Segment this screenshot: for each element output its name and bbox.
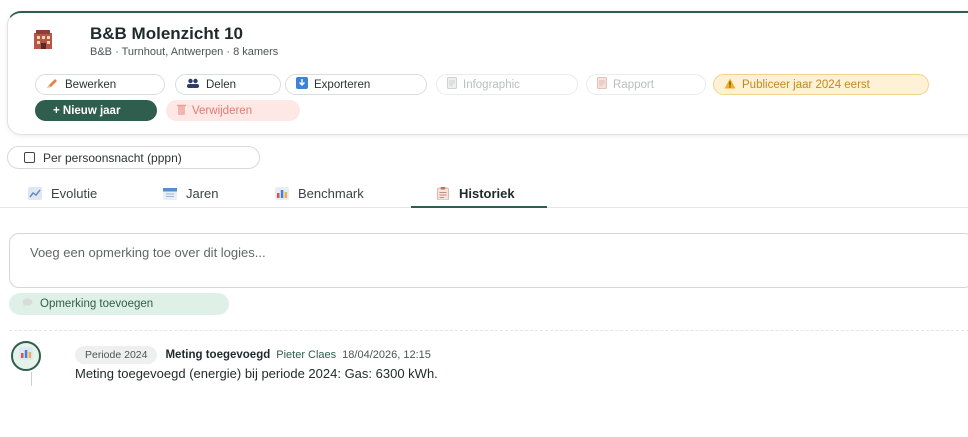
report-button[interactable]: Rapport [586,74,706,95]
export-label: Exporteren [314,78,371,91]
history-entry-meta: Periode 2024 Meting toegevoegd Pieter Cl… [75,346,431,364]
timeline-line [31,372,32,386]
divider [9,330,968,331]
tab-benchmark[interactable]: Benchmark [275,178,364,208]
tab-label: Evolutie [51,185,98,201]
pppn-label: Per persoonsnacht (pppn) [43,150,182,165]
history-entry-marker [11,341,41,371]
document-icon [447,77,457,92]
tab-label: Historiek [459,185,515,201]
add-comment-button[interactable]: Opmerking toevoegen [9,293,229,315]
new-year-button[interactable]: + Nieuw jaar [35,100,157,121]
bar-chart-icon [19,347,33,365]
history-entry-user: Pieter Claes [276,349,337,361]
trash-icon [177,104,186,118]
pencil-icon [46,78,59,92]
bar-chart-icon [275,186,289,200]
edit-button[interactable]: Bewerken [35,74,165,95]
calendar-icon [163,187,177,200]
add-comment-label: Opmerking toevoegen [40,298,154,310]
infographic-button[interactable]: Infographic [436,74,578,95]
edit-label: Bewerken [65,78,117,91]
history-entry-text: Meting toegevoegd (energie) bij periode … [75,366,438,381]
history-entry-type: Meting toegevoegd [165,349,271,361]
people-icon [186,78,200,91]
pppn-checkbox-toggle[interactable]: Per persoonsnacht (pppn) [7,146,260,169]
infographic-label: Infographic [463,78,520,91]
publish-warning-label: Publiceer jaar 2024 eerst [742,78,870,91]
hotel-building-icon [34,30,52,49]
warning-icon [724,78,736,92]
export-button[interactable]: Exporteren [285,74,427,95]
period-badge: Periode 2024 [75,346,158,364]
download-icon [296,77,308,92]
share-label: Delen [206,78,237,91]
tab-label: Benchmark [298,185,364,201]
tab-jaren[interactable]: Jaren [163,178,219,208]
property-title: B&B Molenzicht 10 [90,24,244,43]
tab-label: Jaren [186,185,219,201]
new-year-label: + Nieuw jaar [53,104,121,117]
publish-warning-button[interactable]: Publiceer jaar 2024 eerst [713,74,929,95]
line-chart-icon [28,186,42,200]
delete-label: Verwijderen [192,104,253,117]
tab-evolutie[interactable]: Evolutie [28,178,97,208]
checkbox[interactable] [24,152,35,163]
speech-bubble-icon [22,298,33,310]
report-icon [597,77,607,92]
comment-input[interactable]: Voeg een opmerking toe over dit logies..… [9,233,968,288]
clipboard-icon [436,186,450,200]
report-label: Rapport [613,78,654,91]
tab-bar: Evolutie Jaren Benchmark Historiek [0,178,968,208]
comment-placeholder: Voeg een opmerking toe over dit logies..… [30,245,266,260]
tab-historiek[interactable]: Historiek [436,178,515,208]
active-tab-indicator [411,206,547,208]
delete-button[interactable]: Verwijderen [166,100,300,121]
property-subtitle: B&B · Turnhout, Antwerpen · 8 kamers [90,46,279,58]
share-button[interactable]: Delen [175,74,281,95]
history-entry-date: 18/04/2026, 12:15 [342,349,431,361]
